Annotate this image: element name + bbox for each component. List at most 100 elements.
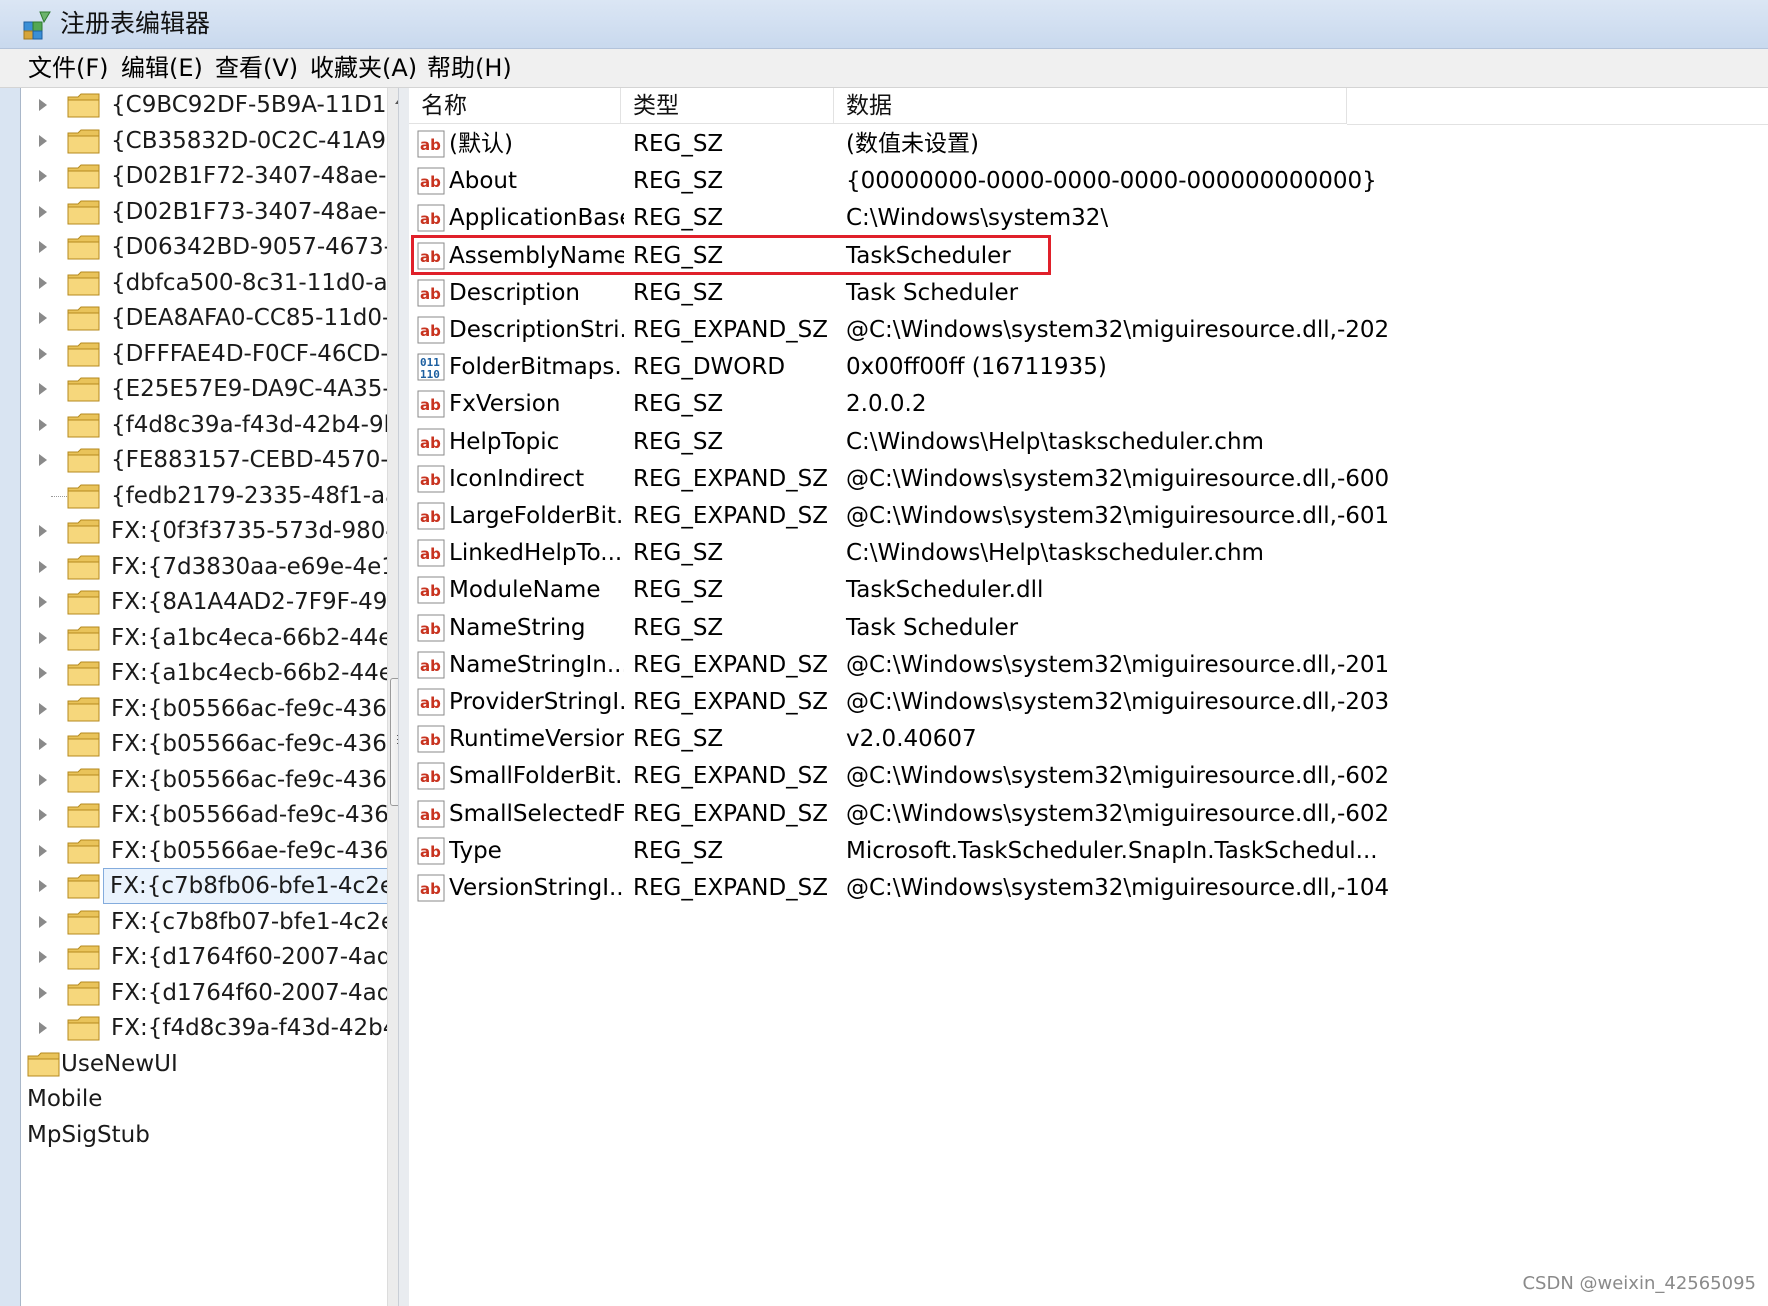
menu-file[interactable]: 文件(F) [22, 53, 115, 83]
value-row[interactable]: ab RuntimeVersion REG_SZ v2.0.40607 [409, 721, 1768, 758]
tree-item[interactable]: FX:{b05566ac-fe9c-4368-b [21, 725, 412, 763]
expand-arrow-icon[interactable] [39, 560, 47, 573]
tree-item[interactable]: UseNewUI [21, 1045, 412, 1083]
value-row[interactable]: ab VersionStringI... REG_EXPAND_SZ @C:\Wind… [409, 870, 1768, 907]
expand-arrow-icon[interactable] [39, 312, 47, 324]
value-row[interactable]: ab About REG_SZ {00000000-0000-0000-0000-00… [409, 163, 1768, 200]
expand-arrow-icon[interactable] [39, 702, 47, 715]
string-value-icon: ab [417, 800, 445, 828]
value-row[interactable]: ab HelpTopic REG_SZ C:\Windows\Help\tasksch… [409, 424, 1768, 461]
string-value-icon: ab [417, 539, 445, 567]
tree-item[interactable]: MpSigStub [21, 1116, 412, 1154]
column-header-name[interactable]: 名称 [409, 88, 621, 124]
column-header-type[interactable]: 类型 [621, 88, 834, 124]
expand-arrow-icon[interactable] [39, 596, 47, 608]
tree-item[interactable]: FX:{b05566ae-fe9c-4363-b [21, 832, 412, 870]
value-row[interactable]: ab LinkedHelpTo... REG_SZ C:\Windows\Help\t… [409, 535, 1768, 572]
value-row[interactable]: ab SmallFolderBit... REG_EXPAND_SZ @C:\Wind… [409, 758, 1768, 795]
tree-item[interactable]: FX:{c7b8fb06-bfe1-4c2e-9 [21, 867, 412, 905]
column-header-data[interactable]: 数据 [834, 88, 1347, 124]
value-row[interactable]: ab SmallSelectedF... REG_EXPAND_SZ @C:\Wind… [409, 796, 1768, 833]
expand-arrow-icon[interactable] [39, 383, 47, 395]
folder-icon [66, 908, 102, 936]
value-data: TaskScheduler.dll [846, 577, 1044, 604]
tree-item[interactable]: {DEA8AFA0-CC85-11d0-9C [21, 299, 412, 337]
value-name: Description [449, 279, 580, 306]
tree-item[interactable]: Mobile [21, 1080, 412, 1118]
expand-arrow-icon[interactable] [39, 1022, 47, 1034]
tree-item[interactable]: {E25E57E9-DA9C-4A35-A0 [21, 370, 412, 408]
expand-arrow-icon[interactable] [39, 418, 47, 431]
value-row[interactable]: ab NameStringIn... REG_EXPAND_SZ @C:\Window… [409, 647, 1768, 684]
tree-item-label: FX:{0f3f3735-573d-9804-99 [111, 518, 412, 544]
tree-item[interactable]: {FE883157-CEBD-4570-B7 [21, 441, 412, 479]
expand-arrow-icon[interactable] [39, 134, 47, 147]
expand-arrow-icon[interactable] [39, 276, 47, 289]
expand-arrow-icon[interactable] [39, 525, 47, 537]
key-tree[interactable]: {C9BC92DF-5B9A-11D1-8F {CB35832D-0C2C-41A… [21, 88, 412, 1306]
tree-item[interactable]: FX:{c7b8fb07-bfe1-4c2e-9 [21, 903, 412, 941]
expand-arrow-icon[interactable] [39, 880, 47, 892]
value-row[interactable]: ab Type REG_SZ Microsoft.TaskScheduler.Snap… [409, 833, 1768, 870]
string-value-icon: ab [417, 837, 445, 865]
expand-arrow-icon[interactable] [39, 951, 47, 963]
tree-item[interactable]: FX:{b05566ad-fe9c-4363-b [21, 796, 412, 834]
menu-view[interactable]: 查看(V) [209, 53, 304, 83]
tree-item[interactable]: FX:{b05566ac-fe9c-4368-b [21, 761, 412, 799]
expand-arrow-icon[interactable] [39, 631, 47, 644]
tree-item[interactable]: FX:{b05566ac-fe9c-4368-b [21, 690, 412, 728]
value-row[interactable]: ab ModuleName REG_SZ TaskScheduler.dll [409, 572, 1768, 609]
tree-item[interactable]: FX:{d1764f60-2007-4ad4-a [21, 938, 412, 976]
value-row[interactable]: ab LargeFolderBit... REG_EXPAND_SZ @C:\Wind… [409, 498, 1768, 535]
expand-arrow-icon[interactable] [39, 809, 47, 821]
tree-item[interactable]: FX:{0f3f3735-573d-9804-99 [21, 512, 412, 550]
value-row[interactable]: ab Description REG_SZ Task Scheduler [409, 275, 1768, 312]
expand-arrow-icon[interactable] [39, 99, 47, 111]
expand-arrow-icon[interactable] [39, 241, 47, 253]
tree-item[interactable]: {DFFFAE4D-F0CF-46CD-958 [21, 335, 412, 373]
value-name: LinkedHelpTo... [449, 540, 623, 567]
tree-item[interactable]: FX:{d1764f60-2007-4ad4-a [21, 974, 412, 1012]
tree-item[interactable]: {f4d8c39a-f43d-42b4-9bdf [21, 406, 412, 444]
tree-item-label: FX:{a1bc4eca-66b2-44e8-9 [111, 624, 412, 651]
string-value-icon: ab [417, 279, 445, 307]
menu-favorites[interactable]: 收藏夹(A) [304, 53, 423, 83]
tree-item[interactable]: FX:{f4d8c39a-f43d-42b4-9 [21, 1009, 412, 1047]
string-value-icon: ab [417, 725, 445, 753]
value-row[interactable]: ab NameString REG_SZ Task Scheduler [409, 610, 1768, 647]
expand-arrow-icon[interactable] [39, 844, 47, 857]
tree-item[interactable]: {D02B1F72-3407-48ae-BA8 [21, 157, 412, 195]
expand-arrow-icon[interactable] [39, 738, 47, 750]
value-row[interactable]: ab (默认) REG_SZ (数值未设置) [409, 126, 1768, 163]
value-row[interactable]: ab DescriptionStri... REG_EXPAND_SZ @C:\Win… [409, 312, 1768, 349]
value-row[interactable]: ab FxVersion REG_SZ 2.0.0.2 [409, 386, 1768, 423]
expand-arrow-icon[interactable] [39, 667, 47, 679]
value-type: REG_EXPAND_SZ [633, 763, 829, 790]
tree-item[interactable]: {D02B1F73-3407-48ae-BA8 [21, 193, 412, 231]
tree-item[interactable]: {D06342BD-9057-4673-B4 [21, 228, 412, 266]
expand-arrow-icon[interactable] [39, 454, 47, 466]
value-row[interactable]: 011 110 FolderBitmaps... REG_DWORD 0x00ff00f… [409, 349, 1768, 386]
svg-text:ab: ab [420, 322, 441, 340]
tree-item[interactable]: {fedb2179-2335-48f1-aa28 [21, 477, 412, 515]
menu-edit[interactable]: 编辑(E) [115, 53, 209, 83]
value-row[interactable]: ab IconIndirect REG_EXPAND_SZ @C:\Windows\s… [409, 461, 1768, 498]
value-row[interactable]: ab ProviderStringI... REG_EXPAND_SZ @C:\Win… [409, 684, 1768, 721]
folder-icon [66, 375, 102, 403]
expand-arrow-icon[interactable] [39, 915, 47, 928]
tree-item[interactable]: FX:{8A1A4AD2-7F9F-492c-9 [21, 583, 412, 621]
tree-item[interactable]: FX:{a1bc4ecb-66b2-44e8-9 [21, 654, 412, 692]
tree-item[interactable]: {dbfca500-8c31-11d0-aa2 [21, 264, 412, 302]
expand-arrow-icon[interactable] [39, 347, 47, 360]
expand-arrow-icon[interactable] [39, 205, 47, 218]
value-row[interactable]: ab ApplicationBase REG_SZ C:\Windows\system… [409, 200, 1768, 237]
tree-item[interactable]: {C9BC92DF-5B9A-11D1-8F [21, 88, 412, 124]
expand-arrow-icon[interactable] [39, 986, 47, 999]
tree-item[interactable]: {CB35832D-0C2C-41A9-84 [21, 122, 412, 160]
values-list[interactable]: 名称 类型 数据 ab (默认) REG_SZ (数值未设置) ab About REG_S… [409, 88, 1768, 1306]
tree-item[interactable]: FX:{a1bc4eca-66b2-44e8-9 [21, 619, 412, 657]
expand-arrow-icon[interactable] [39, 773, 47, 786]
expand-arrow-icon[interactable] [39, 170, 47, 182]
menu-help[interactable]: 帮助(H) [421, 53, 518, 83]
tree-item[interactable]: FX:{7d3830aa-e69e-4e17-8 [21, 548, 412, 586]
